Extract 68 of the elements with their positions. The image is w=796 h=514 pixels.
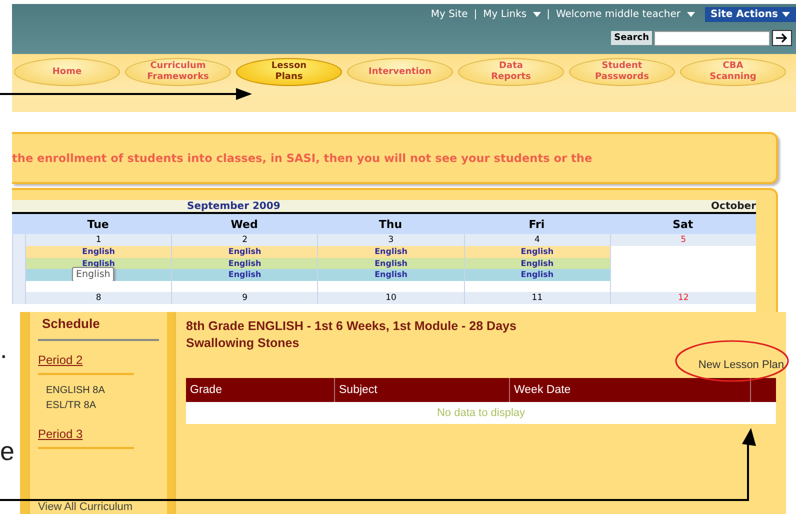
calendar-entry[interactable]: English (172, 258, 318, 269)
day-header: Thu (317, 214, 464, 234)
day-header: Wed (171, 214, 318, 234)
calendar-entry[interactable]: English (26, 269, 172, 280)
day-header: Tue (25, 214, 172, 234)
day-number: 1 (96, 234, 102, 246)
new-lesson-plan-link[interactable]: New Lesson Plan (698, 359, 784, 371)
calendar-cell[interactable]: 5 (610, 234, 756, 292)
site-actions-button[interactable]: Site Actions (704, 6, 796, 22)
day-number: 2 (242, 234, 248, 246)
search-go-button[interactable] (772, 30, 792, 46)
period-link[interactable]: Period 2 (38, 353, 83, 367)
empty-message: No data to display (436, 407, 526, 419)
dropdown-icon[interactable] (686, 12, 694, 16)
calendar-entry[interactable]: English (464, 246, 610, 258)
search-label: Search (611, 31, 652, 45)
lesson-title: 8th Grade ENGLISH - 1st 6 Weeks, 1st Module - 28 Days (186, 318, 518, 335)
calendar-entry[interactable]: English (464, 269, 610, 280)
calendar-cell[interactable]: 1 English English English (25, 234, 172, 292)
calendar-cell[interactable]: 3 English English English (317, 234, 464, 292)
calendar-entry[interactable]: English (172, 269, 318, 280)
separator: | (474, 8, 478, 20)
calendar-cell (12, 234, 25, 292)
header-link[interactable]: My Site (430, 8, 468, 20)
calendar-entry[interactable]: English (464, 258, 610, 269)
calendar-cell[interactable]: 2 English English English (171, 234, 318, 292)
calendar-cell[interactable]: 12 (610, 292, 756, 304)
separator: | (546, 8, 550, 20)
day-header: Sat (610, 214, 756, 234)
class-item[interactable]: ENGLISH 8A (46, 383, 159, 398)
calendar-cell[interactable]: 4 English English English (464, 234, 610, 292)
notice-text: the enrollment of students into classes, in SASI, then you will not see your students or the (12, 152, 592, 164)
day-number: 11 (532, 292, 543, 304)
search-field[interactable] (654, 30, 770, 46)
day-number: 10 (386, 292, 396, 304)
calendar-entry[interactable]: English (172, 246, 318, 258)
period-link[interactable]: Period 3 (38, 427, 83, 441)
day-number: 5 (680, 234, 686, 246)
dropdown-icon[interactable] (532, 12, 541, 16)
calendar-entry[interactable]: English (26, 246, 172, 258)
calendar-cell[interactable]: 11 (464, 292, 610, 304)
day-number: 12 (678, 292, 689, 304)
tooltip: English (72, 267, 114, 282)
day-number: 4 (534, 234, 540, 246)
calendar-cell[interactable]: 9 (171, 292, 318, 304)
next-month-link[interactable]: October (711, 200, 756, 212)
calendar-cell (12, 292, 25, 304)
calendar-cell[interactable]: 10 (317, 292, 464, 304)
day-number: 8 (96, 292, 102, 304)
lesson-subtitle: Swallowing Stones (186, 335, 300, 352)
header-link[interactable]: My Links (483, 8, 527, 20)
dropdown-icon (782, 12, 790, 16)
header-cell (12, 214, 25, 234)
header-link[interactable]: Welcome middle teacher (556, 8, 680, 20)
document-text: e (0, 436, 14, 467)
nav-tab[interactable]: Lesson Plans (236, 58, 342, 86)
calendar-entry[interactable]: English (318, 269, 464, 280)
calendar-entry[interactable]: English (318, 258, 464, 269)
day-number: 9 (242, 292, 248, 304)
day-number: 3 (388, 234, 394, 246)
class-item[interactable]: ESL/TR 8A (46, 398, 159, 413)
calendar-entry[interactable]: English (318, 246, 464, 258)
view-all-link[interactable]: View All Curriculum (38, 500, 133, 514)
calendar-cell[interactable]: 8 (25, 292, 172, 304)
document-text: . (0, 334, 8, 365)
month-title: September 2009 (187, 200, 280, 212)
sidebar-title: Schedule (38, 316, 159, 341)
day-header: Fri (464, 214, 610, 234)
